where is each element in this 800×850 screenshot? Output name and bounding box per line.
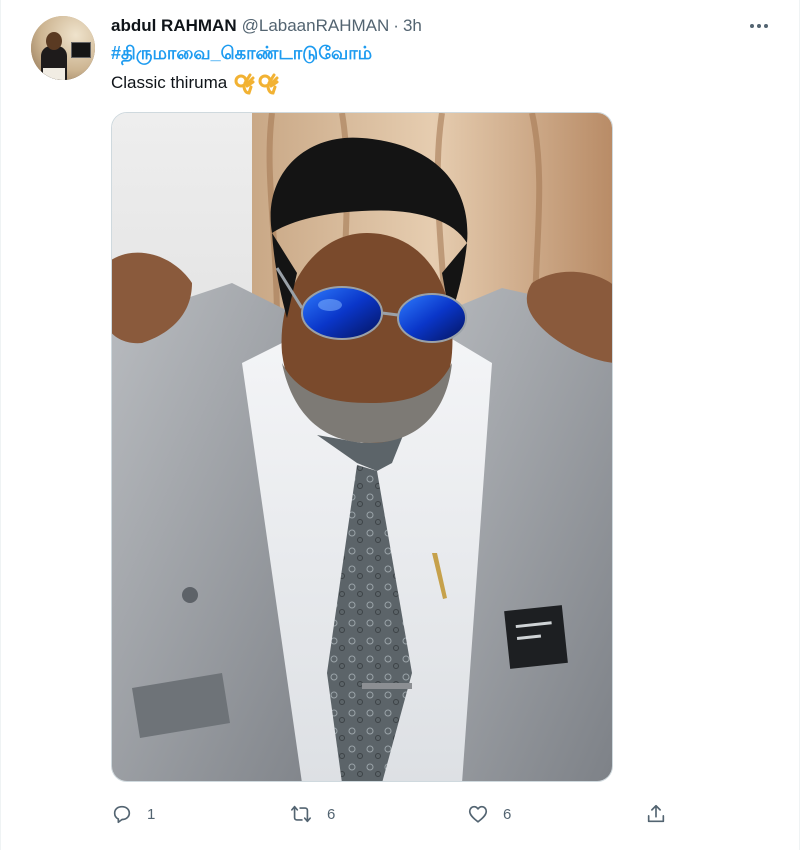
avatar-figure-legs — [43, 68, 65, 80]
avatar-laptop — [71, 42, 91, 58]
hashtag-link[interactable]: #திருமாவை_கொண்டாடுவோம் — [111, 43, 372, 66]
photo-illustration — [112, 113, 612, 781]
tweet-text: Classic thiruma — [111, 71, 279, 95]
tweet-header: abdul RAHMAN @LabaanRAHMAN · 3h — [111, 14, 422, 38]
like-button[interactable]: 6 — [467, 798, 511, 830]
tweet-text-content: Classic thiruma — [111, 73, 228, 92]
header-separator: · — [393, 16, 399, 35]
retweet-button[interactable]: 6 — [289, 798, 335, 830]
heart-icon — [468, 805, 488, 823]
ok-hand-emoji-icon — [234, 73, 255, 95]
author-handle[interactable]: @LabaanRAHMAN — [242, 16, 390, 36]
emoji-group — [233, 71, 279, 95]
reply-count: 1 — [147, 805, 156, 823]
retweet-icon — [291, 805, 311, 823]
reply-icon — [113, 805, 131, 824]
share-button[interactable] — [645, 798, 667, 830]
ok-hand-emoji-icon — [258, 73, 279, 95]
more-options-button[interactable] — [747, 16, 771, 36]
avatar-figure-head — [46, 32, 62, 50]
author-display-name[interactable]: abdul RAHMAN — [111, 16, 237, 36]
like-count: 6 — [503, 805, 512, 823]
share-icon — [647, 804, 665, 823]
more-horizontal-icon — [750, 24, 768, 28]
avatar[interactable] — [31, 16, 95, 80]
retweet-count: 6 — [327, 805, 336, 823]
reply-button[interactable]: 1 — [111, 798, 155, 830]
tweet-photo[interactable] — [111, 112, 613, 782]
tweet-actions: 1 6 6 — [111, 798, 671, 830]
tweet-card[interactable]: abdul RAHMAN @LabaanRAHMAN · 3h #திருமாவ… — [0, 0, 800, 850]
tweet-timestamp[interactable]: 3h — [403, 16, 422, 36]
